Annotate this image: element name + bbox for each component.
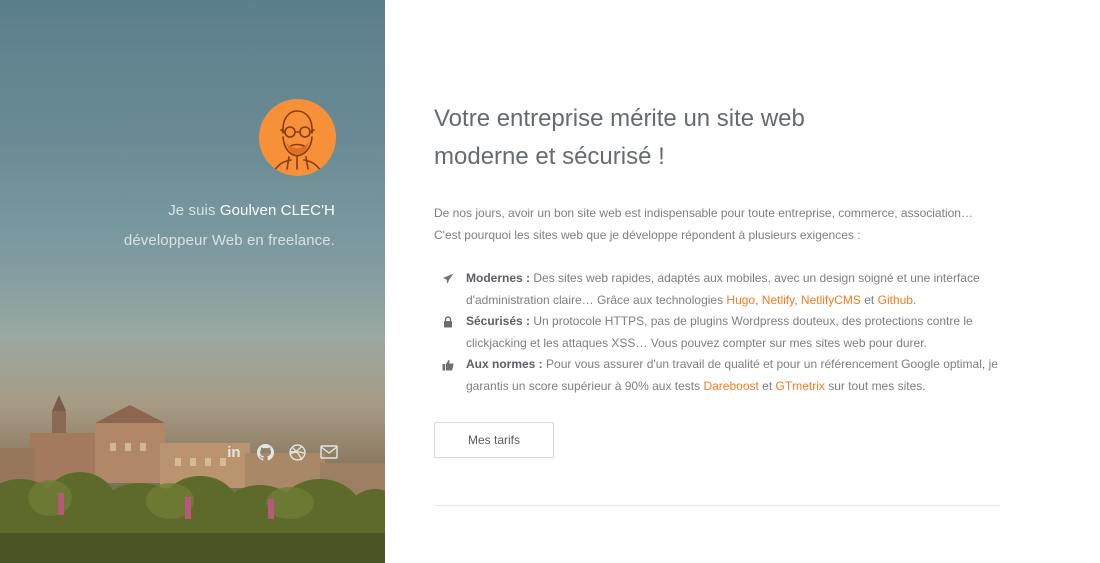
dribbble-icon[interactable]: [288, 442, 308, 462]
page-title: Votre entreprise mérite un site web mode…: [434, 100, 1000, 176]
feature-title: Sécurisés :: [466, 314, 531, 328]
section-divider: [434, 505, 1000, 506]
next-section-peek: [434, 556, 934, 563]
feature-text: Un protocole HTTPS, pas de plugins Wordp…: [466, 314, 973, 350]
feature-title: Modernes :: [466, 271, 531, 285]
author-role: développeur Web en freelance.: [123, 232, 335, 249]
separator: sur tout mes sites.: [824, 378, 926, 393]
separator: ,: [755, 292, 762, 307]
mail-icon[interactable]: [319, 442, 339, 462]
social-links: in: [224, 441, 339, 463]
linkedin-glyph: in: [227, 443, 241, 461]
feature-title: Aux normes :: [466, 357, 543, 371]
pricing-button[interactable]: Mes tarifs: [434, 422, 554, 458]
list-item: Sécurisés : Un protocole HTTPS, pas de p…: [434, 311, 1000, 354]
intro-line-name: Je suis Goulven CLEC'H: [15, 196, 335, 226]
main-content: Votre entreprise mérite un site web mode…: [434, 100, 1000, 458]
list-item: Modernes : Des sites web rapides, adapté…: [434, 268, 1000, 311]
separator: et: [758, 378, 776, 393]
linkedin-icon[interactable]: in: [224, 442, 244, 462]
feature-list: Modernes : Des sites web rapides, adapté…: [434, 268, 1000, 397]
hero-sidebar: Je suis Goulven CLEC'H développeur Web e…: [0, 0, 385, 563]
link-dareboost[interactable]: Dareboost: [703, 379, 758, 393]
list-item: Aux normes : Pour vous assurer d'un trav…: [434, 354, 1000, 397]
link-netlify[interactable]: Netlify: [762, 293, 794, 307]
portrait-avatar-icon: [272, 110, 323, 176]
link-netlifycms[interactable]: NetlifyCMS: [801, 293, 861, 307]
github-mark: [257, 443, 275, 461]
intro-prefix: Je suis: [168, 202, 220, 219]
lead-paragraph: De nos jours, avoir un bon site web est …: [434, 206, 973, 242]
separator: ,: [794, 292, 801, 307]
thumbs-up-icon: [442, 359, 454, 371]
headline-line-2: moderne et sécurisé !: [434, 143, 665, 170]
intro-text: Je suis Goulven CLEC'H développeur Web e…: [15, 196, 335, 256]
avatar: [259, 99, 336, 176]
lock-icon: [442, 316, 454, 328]
author-name: Goulven CLEC'H: [219, 202, 335, 219]
envelope-mark: [320, 445, 338, 459]
separator: .: [912, 292, 917, 307]
link-github[interactable]: Github: [878, 293, 913, 307]
link-gtmetrix[interactable]: GTmetrix: [776, 379, 825, 393]
github-icon[interactable]: [256, 442, 276, 462]
dribbble-mark: [289, 443, 306, 461]
city-background-image: [0, 395, 385, 563]
link-hugo[interactable]: Hugo: [726, 293, 755, 307]
headline-line-1: Votre entreprise mérite un site web: [434, 105, 805, 132]
rocket-icon: [442, 273, 454, 285]
separator: et: [860, 292, 878, 307]
